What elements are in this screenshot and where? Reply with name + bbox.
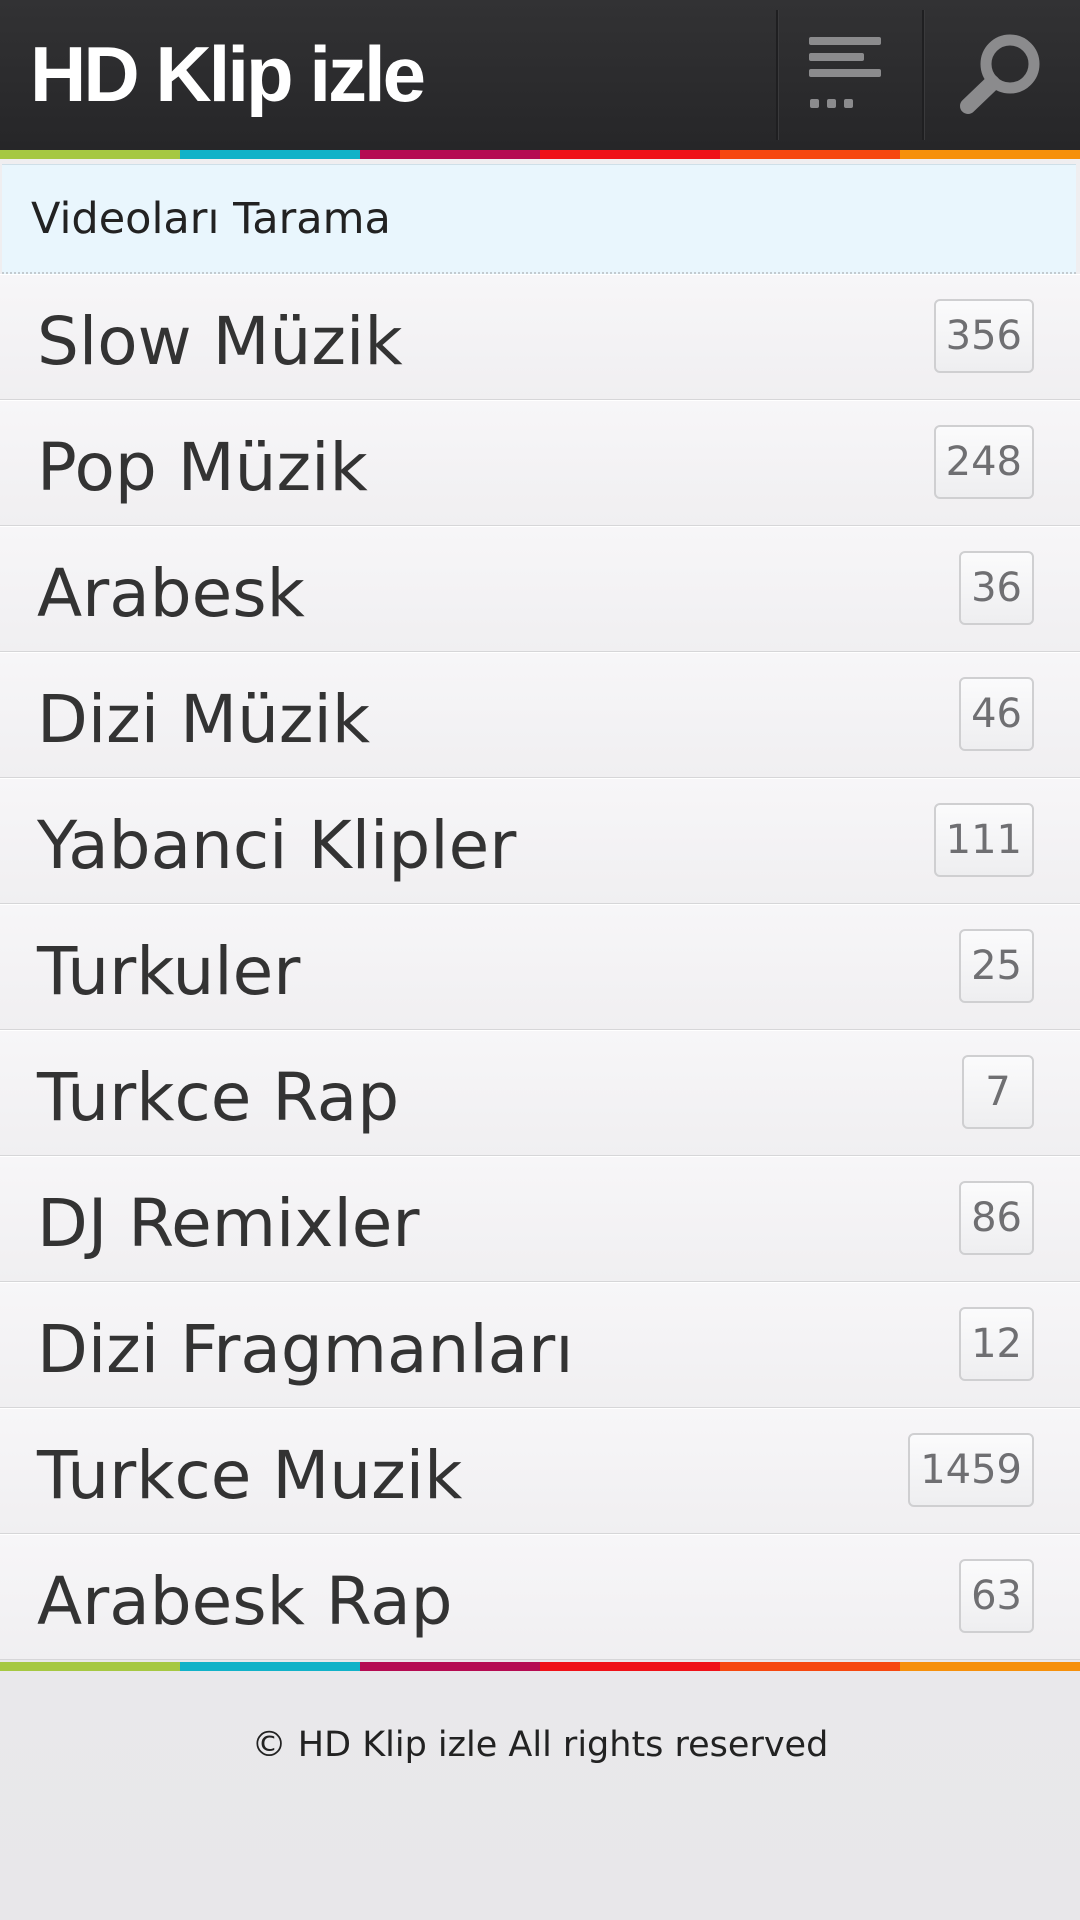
count-badge: 36: [959, 551, 1034, 625]
stripe-segment: [540, 1662, 720, 1671]
stripe-segment: [900, 1662, 1080, 1671]
count-badge: 63: [959, 1559, 1034, 1633]
category-label: Turkce Rap: [37, 1059, 400, 1136]
count-badge: 111: [933, 803, 1034, 877]
menu-button[interactable]: [780, 0, 910, 150]
count-badge: 25: [959, 929, 1034, 1003]
category-label: Slow Müzik: [37, 303, 403, 380]
section-title: Videoları Tarama: [31, 194, 391, 244]
category-label: Turkuler: [37, 933, 301, 1010]
stripe-segment: [180, 150, 360, 159]
section-header: Videoları Tarama: [2, 164, 1076, 274]
count-badge: 12: [959, 1307, 1034, 1381]
category-item[interactable]: Pop Müzik 248: [0, 400, 1080, 526]
app-header: HD Klip izle: [0, 0, 1080, 150]
stripe-segment: [360, 1662, 540, 1671]
stripe-segment: [180, 1662, 360, 1671]
page: HD Klip izle Videoları Tarama Slow Müzik…: [0, 0, 1080, 1920]
category-item[interactable]: Turkuler 25: [0, 904, 1080, 1030]
category-label: Dizi Müzik: [37, 681, 371, 758]
count-badge: 7: [962, 1055, 1034, 1129]
category-item[interactable]: Dizi Müzik 46: [0, 652, 1080, 778]
stripe-segment: [540, 150, 720, 159]
category-list: Slow Müzik 356 Pop Müzik 248 Arabesk 36 Dizi M…: [0, 274, 1080, 1660]
count-badge: 1459: [908, 1433, 1034, 1507]
count-badge: 356: [933, 299, 1034, 373]
category-item[interactable]: Arabesk Rap 63: [0, 1534, 1080, 1660]
category-label: Yabanci Klipler: [37, 807, 517, 884]
stripe-segment: [0, 150, 180, 159]
category-item[interactable]: Dizi Fragmanları 12: [0, 1282, 1080, 1408]
stripe-segment: [900, 150, 1080, 159]
color-stripe-top: [0, 150, 1080, 159]
stripe-segment: [720, 150, 900, 159]
category-label: Turkce Muzik: [37, 1437, 463, 1514]
category-item[interactable]: Turkce Rap 7: [0, 1030, 1080, 1156]
search-button[interactable]: [930, 0, 1080, 150]
count-badge: 46: [959, 677, 1034, 751]
stripe-segment: [0, 1662, 180, 1671]
category-item[interactable]: DJ Remixler 86: [0, 1156, 1080, 1282]
stripe-segment: [720, 1662, 900, 1671]
app-title: HD Klip izle: [30, 30, 426, 118]
search-icon: [960, 34, 1040, 114]
header-divider: [922, 10, 924, 140]
category-label: Arabesk: [37, 555, 305, 632]
color-stripe-bottom: [0, 1662, 1080, 1671]
category-item[interactable]: Arabesk 36: [0, 526, 1080, 652]
count-badge: 86: [959, 1181, 1034, 1255]
footer-copyright: © HD Klip izle All rights reserved: [251, 1725, 829, 1765]
header-divider: [776, 10, 778, 140]
category-label: Dizi Fragmanları: [37, 1311, 574, 1388]
stripe-segment: [360, 150, 540, 159]
count-badge: 248: [933, 425, 1034, 499]
category-label: Arabesk Rap: [37, 1563, 453, 1640]
category-label: Pop Müzik: [37, 429, 368, 506]
category-item[interactable]: Slow Müzik 356: [0, 274, 1080, 400]
category-item[interactable]: Turkce Muzik 1459: [0, 1408, 1080, 1534]
category-label: DJ Remixler: [37, 1185, 420, 1262]
category-item[interactable]: Yabanci Klipler 111: [0, 778, 1080, 904]
